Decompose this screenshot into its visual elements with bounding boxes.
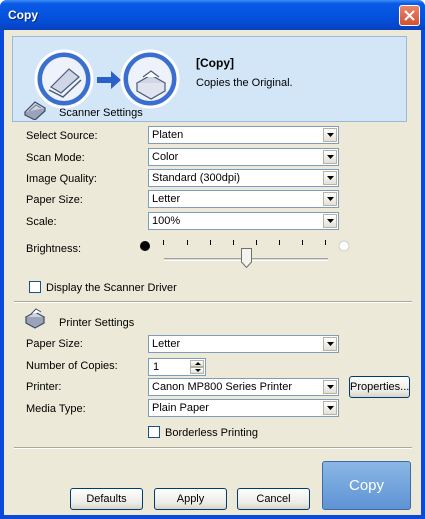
section-divider [14,301,412,303]
arrow-right-icon [97,71,121,89]
slider-tick [163,240,164,245]
chevron-down-icon [327,385,334,389]
select-source-value: Platen [152,129,184,141]
printer-paper-size-label: Paper Size: [26,338,83,350]
media-type-dropdown[interactable]: Plain Paper [148,399,339,417]
chevron-down-icon [327,133,334,137]
chevron-down-icon [327,176,334,180]
window-title: Copy [8,8,38,22]
spin-up-button[interactable] [190,360,204,367]
close-icon [404,10,415,21]
slider-tick [325,240,326,245]
dropdown-arrow-button[interactable] [323,192,337,206]
properties-button[interactable]: Properties... [349,376,410,398]
scanner-paper-size-value: Letter [152,193,181,205]
scanner-paper-size-dropdown[interactable]: Letter [148,190,339,208]
scan-mode-value: Color [152,151,179,163]
chevron-down-icon [195,369,201,372]
apply-button[interactable]: Apply [154,488,227,510]
printer-label: Printer: [26,381,62,393]
brightness-dark-icon [140,241,150,251]
number-of-copies-spinner[interactable]: 1 [148,358,206,376]
chevron-down-icon [327,406,334,410]
slider-tick [233,240,234,245]
scale-dropdown[interactable]: 100% [148,212,339,230]
slider-tick [187,240,188,245]
dialog-client-area: [Copy] Copies the Original. Scanner Sett… [4,30,421,515]
scan-mode-dropdown[interactable]: Color [148,148,339,166]
image-quality-label: Image Quality: [26,173,97,185]
cancel-button[interactable]: Cancel [237,488,310,510]
banner-subtitle: Copies the Original. [196,77,293,89]
borderless-printing-label: Borderless Printing [165,427,258,439]
dropdown-arrow-button[interactable] [323,380,337,394]
defaults-button[interactable]: Defaults [70,488,143,510]
slider-tick [302,240,303,245]
scale-label: Scale: [26,216,57,228]
number-of-copies-value[interactable]: 1 [153,361,159,373]
chevron-up-icon [195,362,201,365]
slider-tick [256,240,257,245]
slider-tick [279,240,280,245]
copy-dialog-window: Copy [Copy] Copies the Original. Scanner… [0,0,425,519]
close-button[interactable] [399,5,420,26]
printer-settings-header: Printer Settings [59,317,135,329]
printer-icon [24,308,46,329]
dropdown-arrow-button[interactable] [323,337,337,351]
scan-mode-label: Scan Mode: [26,152,85,164]
scanner-settings-header: Scanner Settings [59,107,143,119]
scan-to-print-illustration [34,49,180,109]
brightness-light-icon [338,240,350,252]
image-quality-dropdown[interactable]: Standard (300dpi) [148,169,339,187]
slider-tick [210,240,211,245]
section-divider [14,447,412,449]
dropdown-arrow-button[interactable] [323,214,337,228]
display-scanner-driver-label: Display the Scanner Driver [46,282,177,294]
copy-button[interactable]: Copy [322,461,411,510]
brightness-slider-thumb[interactable] [241,248,252,268]
banner-title: [Copy] [196,56,234,70]
scale-value: 100% [152,215,181,227]
spin-down-button[interactable] [190,367,204,374]
printer-dropdown[interactable]: Canon MP800 Series Printer [148,378,339,396]
printer-value: Canon MP800 Series Printer [152,381,293,393]
display-scanner-driver-checkbox[interactable] [29,281,41,293]
media-type-value: Plain Paper [152,402,209,414]
scanner-icon [24,101,46,120]
image-quality-value: Standard (300dpi) [152,172,241,184]
printer-illustration-icon [120,49,180,109]
select-source-label: Select Source: [26,130,98,142]
dropdown-arrow-button[interactable] [323,150,337,164]
title-bar[interactable]: Copy [0,0,425,30]
media-type-label: Media Type: [26,403,86,415]
dropdown-arrow-button[interactable] [323,128,337,142]
borderless-printing-checkbox[interactable] [148,426,160,438]
printer-paper-size-dropdown[interactable]: Letter [148,335,339,353]
chevron-down-icon [327,197,334,201]
chevron-down-icon [327,155,334,159]
number-of-copies-label: Number of Copies: [26,360,118,372]
select-source-dropdown[interactable]: Platen [148,126,339,144]
dropdown-arrow-button[interactable] [323,401,337,415]
brightness-label: Brightness: [26,243,82,255]
dropdown-arrow-button[interactable] [323,171,337,185]
chevron-down-icon [327,219,334,223]
scanner-paper-size-label: Paper Size: [26,194,83,206]
printer-paper-size-value: Letter [152,338,181,350]
chevron-down-icon [327,342,334,346]
